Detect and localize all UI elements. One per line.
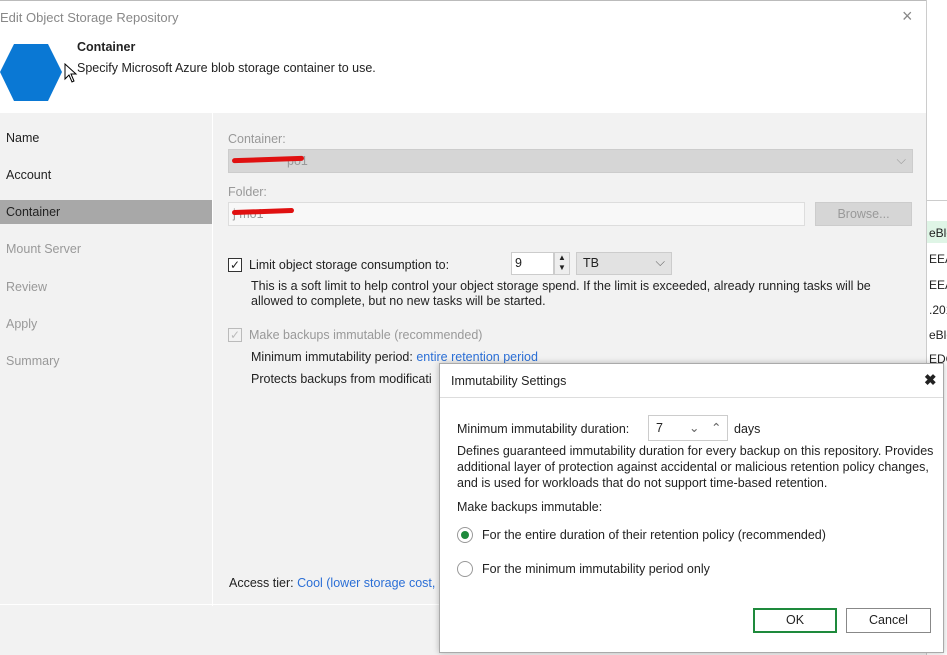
step-container[interactable]: Container <box>0 200 212 224</box>
folder-input: j mo1 <box>228 202 805 226</box>
unit-select[interactable]: TB ⌵ <box>576 252 672 275</box>
dialog-titlebar: Immutability Settings ✖ <box>440 364 943 398</box>
duration-description: Defines guaranteed immutability duration… <box>457 444 934 490</box>
protects-text: Protects backups from modificati <box>251 372 432 386</box>
close-icon[interactable]: ✖ <box>924 371 937 389</box>
chevron-up-icon[interactable]: ⌃ <box>711 420 721 435</box>
access-tier-link[interactable]: Cool (lower storage cost, <box>297 576 435 590</box>
make-immutable-label: Make backups immutable: <box>457 500 603 514</box>
step-subtitle: Specify Microsoft Azure blob storage con… <box>77 61 376 75</box>
step-apply: Apply <box>6 317 38 331</box>
bg-fragment: eBlo <box>929 226 947 240</box>
dialog-title: Immutability Settings <box>451 374 567 388</box>
azure-hexagon-icon <box>0 44 62 101</box>
limit-value-input[interactable]: 9 <box>511 252 554 275</box>
wizard-steps: Name Account Container Mount Server Revi… <box>0 113 213 606</box>
option-minimum-period-label: For the minimum immutability period only <box>482 562 710 576</box>
step-review: Review <box>6 280 47 294</box>
step-mount-server: Mount Server <box>6 242 82 256</box>
window-title: Edit Object Storage Repository <box>0 10 179 25</box>
duration-input[interactable]: 7 ⌄ ⌃ <box>648 415 728 441</box>
duration-label: Minimum immutability duration: <box>457 422 630 436</box>
radio-entire-duration[interactable] <box>457 527 473 543</box>
container-select: po1 ⌵ <box>228 149 913 173</box>
folder-label: Folder: <box>228 185 267 199</box>
chevron-down-icon: ⌵ <box>655 255 665 269</box>
access-tier: Access tier: Cool (lower storage cost, <box>229 576 435 590</box>
immutability-period: Minimum immutability period: entire rete… <box>251 350 538 364</box>
chevron-down-icon: ⌵ <box>896 153 906 167</box>
limit-spinner[interactable]: ▲ ▼ <box>554 252 570 275</box>
ok-button[interactable]: OK <box>753 608 837 633</box>
immutability-settings-dialog: Immutability Settings ✖ Minimum immutabi… <box>439 363 944 653</box>
bg-fragment: .201 <box>929 303 947 317</box>
step-account[interactable]: Account <box>0 163 212 187</box>
period-label: Minimum immutability period: <box>251 350 413 364</box>
access-tier-label: Access tier: <box>229 576 294 590</box>
mouse-cursor-icon <box>64 63 78 83</box>
bg-fragment: eBlo <box>929 328 947 342</box>
radio-minimum-period[interactable] <box>457 561 473 577</box>
bg-fragment: EEA <box>929 278 947 292</box>
close-icon[interactable]: × <box>902 6 913 27</box>
step-name[interactable]: Name <box>0 126 212 150</box>
limit-checkbox[interactable]: ✓ <box>228 258 242 272</box>
step-title: Container <box>77 40 136 54</box>
duration-unit: days <box>734 422 761 436</box>
immutable-checkbox: ✓ <box>228 328 242 342</box>
duration-value: 7 <box>656 421 663 435</box>
chevron-down-icon[interactable]: ⌄ <box>689 420 699 435</box>
unit-value: TB <box>583 256 599 270</box>
limit-note: This is a soft limit to help control you… <box>251 279 871 308</box>
container-label: Container: <box>228 132 286 146</box>
period-link[interactable]: entire retention period <box>416 350 538 364</box>
step-summary: Summary <box>6 354 60 368</box>
immutable-label: Make backups immutable (recommended) <box>249 328 483 342</box>
option-entire-duration-label: For the entire duration of their retenti… <box>482 528 826 542</box>
browse-button: Browse... <box>815 202 912 226</box>
cancel-button[interactable]: Cancel <box>846 608 931 633</box>
limit-label: Limit object storage consumption to: <box>249 258 450 272</box>
wizard-header: Edit Object Storage Repository × Contain… <box>0 1 926 113</box>
bg-fragment: EEA <box>929 252 947 266</box>
